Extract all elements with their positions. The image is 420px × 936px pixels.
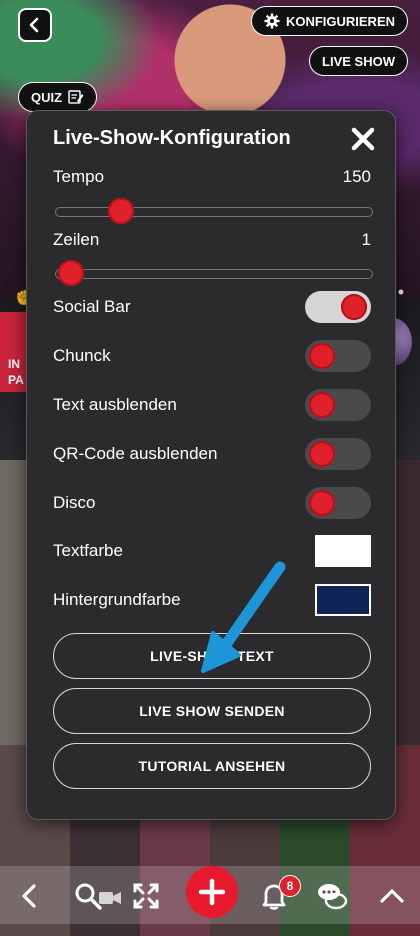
chevron-left-icon <box>29 17 39 33</box>
chunck-toggle[interactable] <box>305 340 371 372</box>
modal-title: Live-Show-Konfiguration <box>53 127 291 149</box>
social-bar-toggle[interactable] <box>305 291 371 323</box>
tempo-slider-thumb[interactable] <box>107 198 134 224</box>
quiz-button[interactable]: QUIZ <box>18 82 98 112</box>
tempo-label: Tempo <box>53 167 105 186</box>
qr-code-ausblenden-label: QR-Code ausblenden <box>53 444 218 463</box>
live-show-button[interactable]: LIVE SHOW <box>309 46 408 76</box>
send-live-show-button[interactable]: LIVE SHOW SENDEN <box>53 688 371 734</box>
chunck-label: Chunck <box>53 346 111 365</box>
toggle-knob <box>309 441 335 467</box>
zeilen-slider-thumb[interactable] <box>58 260 84 286</box>
text-color-label: Textfarbe <box>53 541 123 560</box>
zeilen-value: 1 <box>361 230 371 249</box>
tempo-slider[interactable] <box>55 198 373 224</box>
toggle-knob <box>309 343 335 369</box>
quiz-label: QUIZ <box>31 89 63 105</box>
configure-button[interactable]: KONFIGURIEREN <box>250 6 408 36</box>
gear-icon <box>264 13 280 29</box>
chat-bubbles-icon[interactable] <box>316 880 348 912</box>
notification-badge: 8 <box>279 875 301 897</box>
add-button[interactable] <box>186 866 238 918</box>
pointer-arrow-icon <box>201 561 286 673</box>
toggle-knob <box>341 294 367 320</box>
disco-label: Disco <box>53 493 96 512</box>
disco-toggle[interactable] <box>305 487 371 519</box>
live-show-label: LIVE SHOW <box>322 53 395 69</box>
background-color-label: Hintergrundfarbe <box>53 590 181 609</box>
chevron-left-icon[interactable] <box>14 880 46 912</box>
zeilen-label: Zeilen <box>53 230 100 249</box>
background-card-text: IN PA <box>8 357 24 387</box>
qr-code-ausblenden-toggle[interactable] <box>305 438 371 470</box>
close-icon[interactable] <box>349 125 377 153</box>
live-show-config-modal: Live-Show-Konfiguration Tempo 150 Zeilen… <box>26 110 396 820</box>
fullscreen-icon[interactable] <box>130 880 162 912</box>
watch-tutorial-label: TUTORIAL ANSEHEN <box>138 758 286 774</box>
tempo-value: 150 <box>342 167 371 186</box>
zeilen-slider[interactable] <box>55 260 373 286</box>
toggle-knob <box>309 490 335 516</box>
text-ausblenden-label: Text ausblenden <box>53 395 177 414</box>
text-ausblenden-toggle[interactable] <box>305 389 371 421</box>
edit-note-icon <box>68 90 84 104</box>
configure-label: KONFIGURIEREN <box>285 13 395 29</box>
plus-icon <box>198 878 226 906</box>
watch-tutorial-button[interactable]: TUTORIAL ANSEHEN <box>53 743 371 789</box>
social-bar-label: Social Bar <box>53 297 131 316</box>
toggle-knob <box>309 392 335 418</box>
back-button[interactable] <box>18 8 52 42</box>
send-live-show-label: LIVE SHOW SENDEN <box>139 703 285 719</box>
video-camera-icon[interactable] <box>98 886 122 910</box>
chevron-up-icon[interactable] <box>376 880 408 912</box>
